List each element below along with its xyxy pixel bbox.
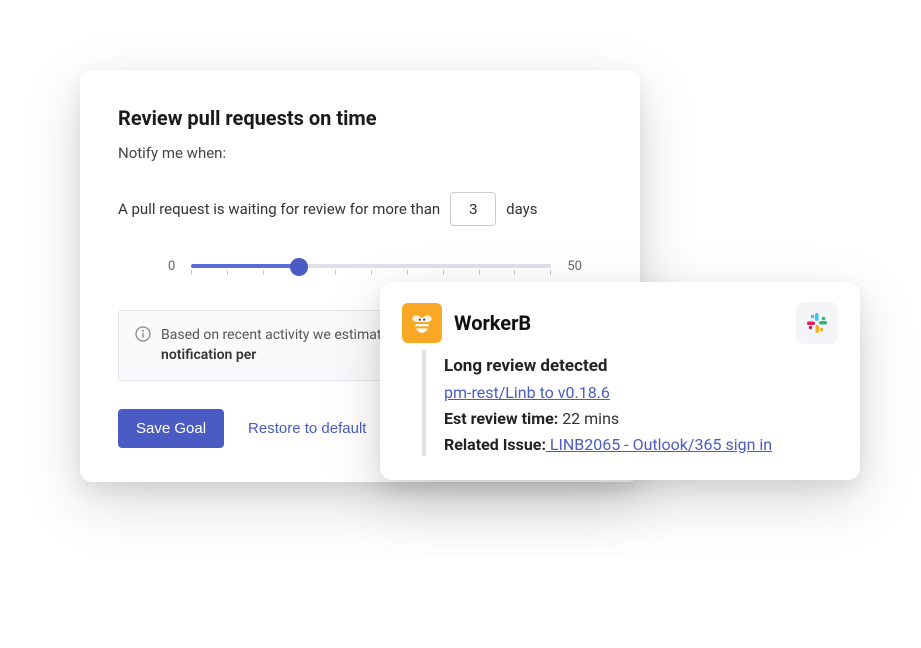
threshold-row: A pull request is waiting for review for… (118, 192, 602, 226)
restore-default-link[interactable]: Restore to default (248, 420, 366, 437)
est-review-line: Est review time: 22 mins (444, 409, 838, 428)
notification-brand: WorkerB (402, 303, 531, 343)
brand-name: WorkerB (454, 311, 531, 335)
related-issue-label: Related Issue: (444, 435, 546, 454)
save-goal-button[interactable]: Save Goal (118, 409, 224, 448)
info-icon (135, 326, 151, 342)
threshold-slider-row: 0 50 (118, 256, 602, 276)
related-issue-link[interactable]: LINB2065 - Outlook/365 sign in (546, 435, 772, 454)
notification-header: WorkerB (402, 302, 838, 344)
est-review-label: Est review time: (444, 409, 558, 428)
notification-body: Long review detected pm-rest/Linb to v0.… (422, 350, 838, 456)
slack-icon (796, 302, 838, 344)
slack-notification-card: WorkerB Long review detected pm-rest/Lin… (380, 282, 860, 480)
card-title: Review pull requests on time (118, 106, 602, 130)
slider-fill (191, 264, 299, 268)
slider-min-label: 0 (168, 259, 175, 274)
threshold-days-input[interactable] (450, 192, 496, 226)
slider-thumb[interactable] (290, 258, 308, 276)
pr-link[interactable]: pm-rest/Linb to v0.18.6 (444, 383, 610, 402)
slider-ticks (191, 270, 551, 275)
related-issue-line: Related Issue: LINB2065 - Outlook/365 si… (444, 435, 838, 454)
threshold-prefix: A pull request is waiting for review for… (118, 200, 440, 218)
est-review-value: 22 mins (558, 409, 619, 428)
workerb-bee-icon (402, 303, 442, 343)
threshold-slider[interactable] (191, 256, 551, 276)
slider-max-label: 50 (567, 259, 582, 274)
notify-label: Notify me when: (118, 144, 602, 162)
threshold-suffix: days (506, 200, 537, 218)
notification-title: Long review detected (444, 356, 838, 376)
